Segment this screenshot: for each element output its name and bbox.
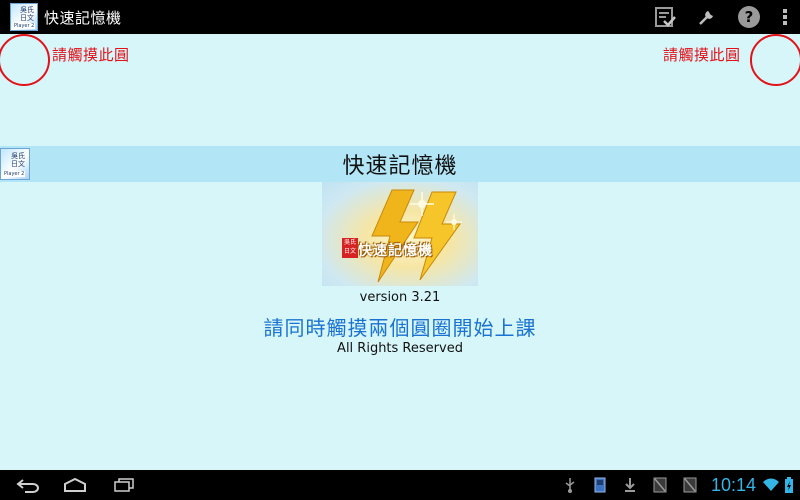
battery-icon bbox=[782, 470, 796, 500]
checklist-button[interactable] bbox=[644, 0, 686, 34]
checklist-icon bbox=[655, 7, 676, 27]
no-sim-icon bbox=[645, 470, 675, 500]
app-icon-glyphs: 吳氏日文 bbox=[20, 6, 34, 22]
help-icon: ? bbox=[738, 6, 760, 28]
right-touch-label: 請觸摸此圓 bbox=[663, 46, 741, 64]
action-bar-buttons: ? bbox=[644, 0, 800, 34]
app-logo: 吳氏日文 快速記憶機 bbox=[322, 182, 478, 286]
overflow-menu-icon bbox=[783, 9, 787, 25]
band-app-icon: 吳氏日文 Player 2 bbox=[0, 148, 30, 180]
no-sim-icon bbox=[675, 470, 705, 500]
left-touch-circle[interactable] bbox=[0, 34, 50, 86]
app-title: 快速記憶機 bbox=[44, 8, 122, 27]
lightning-bolt-icon bbox=[371, 189, 462, 283]
band-icon-badge: Player 2 bbox=[3, 171, 26, 177]
wrench-icon bbox=[699, 11, 713, 25]
screen: 吳氏日文 Player 2 快速記憶機 ? 請觸摸此圓 請觸摸此圓 吳氏日文 P… bbox=[0, 0, 800, 500]
wifi-icon bbox=[760, 470, 782, 500]
status-clock: 10:14 bbox=[710, 474, 756, 495]
overflow-menu-button[interactable] bbox=[770, 0, 800, 34]
status-area[interactable]: 10:14 bbox=[555, 470, 800, 500]
app-icon[interactable]: 吳氏日文 Player 2 bbox=[10, 3, 38, 31]
usb-icon bbox=[555, 470, 585, 500]
system-nav-bar: 10:14 bbox=[0, 470, 800, 500]
left-touch-label: 請觸摸此圓 bbox=[52, 46, 130, 64]
download-icon bbox=[615, 470, 645, 500]
title-band: 吳氏日文 Player 2 快速記憶機 bbox=[0, 146, 800, 182]
instruction-text: 請同時觸摸兩個圓圈開始上課 bbox=[263, 316, 537, 340]
right-touch-circle[interactable] bbox=[750, 34, 800, 86]
logo-stamp: 吳氏日文 bbox=[342, 238, 358, 258]
action-bar: 吳氏日文 Player 2 快速記憶機 ? bbox=[0, 0, 800, 34]
settings-wrench-button[interactable] bbox=[686, 0, 728, 34]
sd-card-icon bbox=[585, 470, 615, 500]
svg-text:?: ? bbox=[745, 8, 754, 26]
home-icon bbox=[64, 477, 86, 492]
version-text: version 3.21 bbox=[359, 290, 441, 305]
help-button[interactable]: ? bbox=[728, 0, 770, 34]
recents-button[interactable] bbox=[104, 470, 144, 500]
recents-icon bbox=[114, 478, 134, 492]
app-icon-badge: Player 2 bbox=[13, 23, 36, 29]
logo-text: 快速記憶機 bbox=[358, 243, 433, 259]
back-button[interactable] bbox=[8, 470, 48, 500]
band-icon-glyphs: 吳氏日文 bbox=[11, 152, 25, 168]
home-button[interactable] bbox=[55, 470, 95, 500]
back-icon bbox=[16, 479, 39, 493]
page-title: 快速記憶機 bbox=[342, 154, 458, 179]
rights-text: All Rights Reserved bbox=[337, 341, 463, 356]
